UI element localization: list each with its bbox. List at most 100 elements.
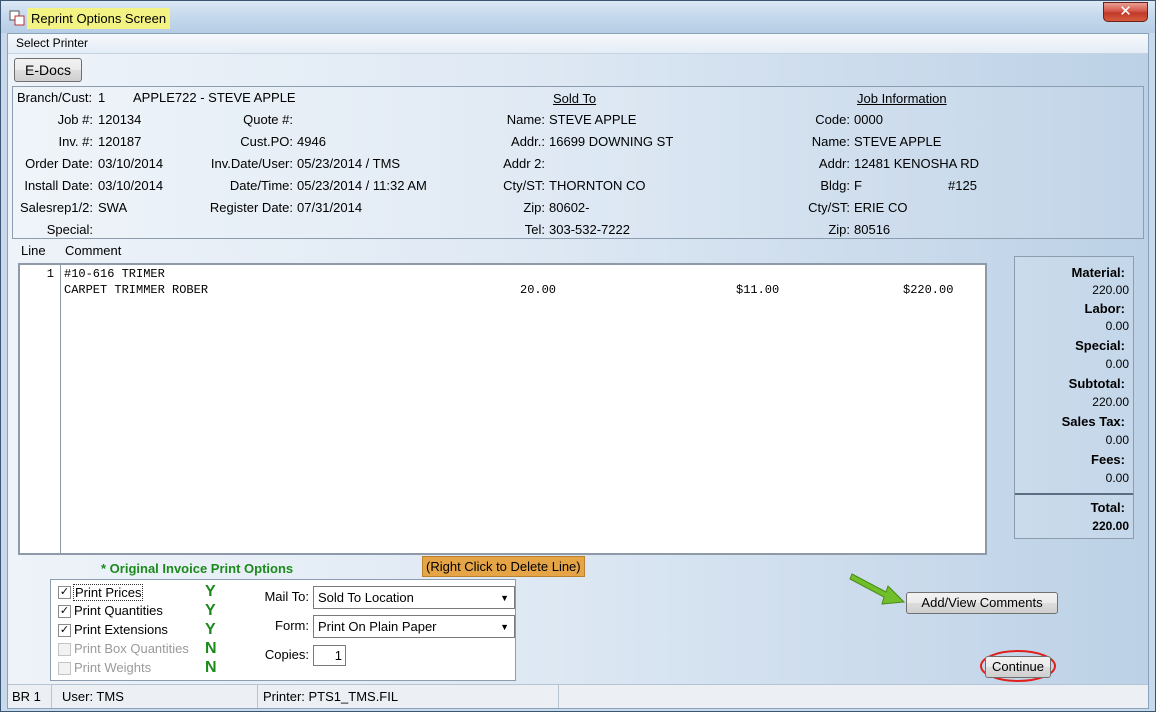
sold-zip-value: 80602-: [549, 200, 590, 215]
chevron-down-icon: ▼: [500, 593, 509, 603]
inv-date-user-label: Inv.Date/User:: [210, 156, 293, 171]
special-label: Special:: [46, 222, 93, 237]
arrow-annotation-icon: [849, 573, 906, 605]
add-view-comments-button[interactable]: Add/View Comments: [906, 592, 1058, 614]
fees-label: Fees:: [1091, 452, 1125, 467]
sold-tel-value: 303-532-7222: [549, 222, 630, 237]
line-number: 1: [46, 267, 54, 281]
subtotal-label: Subtotal:: [1068, 376, 1125, 391]
print-weights-checkbox: [58, 662, 71, 675]
column-header-line: Line: [21, 243, 46, 258]
line-number-column: [20, 265, 61, 553]
comment-line-extension: $220.00: [903, 283, 954, 297]
comment-line-text[interactable]: CARPET TRIMMER ROBER: [64, 283, 208, 297]
sales-tax-label: Sales Tax:: [1061, 414, 1125, 429]
print-box-quantities-label: Print Box Quantities: [74, 641, 189, 656]
form-value: Print On Plain Paper: [318, 619, 437, 634]
sold-addr-value: 16699 DOWNING ST: [549, 134, 674, 149]
chevron-down-icon: ▼: [500, 622, 509, 632]
menu-select-printer[interactable]: Select Printer: [16, 36, 88, 50]
job-unit-value: #125: [948, 178, 977, 193]
job-no-label: Job #:: [57, 112, 93, 127]
job-cty-label: Cty/ST:: [808, 200, 850, 215]
mail-to-select[interactable]: Sold To Location ▼: [313, 586, 515, 609]
register-date-label: Register Date:: [209, 200, 293, 215]
form-label: Form:: [275, 618, 309, 633]
copies-label: Copies:: [264, 647, 309, 662]
material-label: Material:: [1071, 265, 1125, 280]
job-info-title: Job Information: [857, 91, 947, 106]
order-date-label: Order Date:: [25, 156, 93, 171]
customer-value: APPLE722 - STEVE APPLE: [133, 90, 296, 105]
status-branch: BR 1: [8, 685, 52, 708]
continue-button[interactable]: Continue: [985, 656, 1051, 678]
title-bar: Reprint Options Screen ✕: [1, 1, 1155, 33]
custpo-label: Cust.PO:: [240, 134, 293, 149]
status-printer: Printer: PTS1_TMS.FIL: [259, 685, 559, 708]
install-date-label: Install Date:: [24, 178, 93, 193]
totals-panel: Material: 220.00 Labor: 0.00 Special: 0.…: [1014, 256, 1134, 539]
sold-addr-label: Addr.:: [511, 134, 545, 149]
job-addr-label: Addr:: [818, 156, 850, 171]
reprint-options-window: Reprint Options Screen ✕ Select Printer …: [0, 0, 1156, 712]
inv-date-user-value: 05/23/2014 / TMS: [297, 156, 401, 171]
print-quantities-checkbox[interactable]: ✓: [58, 605, 71, 618]
total-value: 220.00: [1092, 519, 1129, 533]
register-date-value: 07/31/2014: [297, 200, 363, 215]
app-icon: [9, 10, 25, 26]
form-select[interactable]: Print On Plain Paper ▼: [313, 615, 515, 638]
job-zip-label: Zip:: [828, 222, 850, 237]
close-button[interactable]: ✕: [1103, 2, 1148, 22]
print-quantities-flag: Y: [205, 602, 216, 619]
mail-to-label: Mail To:: [264, 589, 309, 604]
sold-zip-label: Zip:: [523, 200, 545, 215]
subtotal-value: 220.00: [1092, 395, 1129, 409]
job-no-value: 120134: [98, 112, 142, 127]
sold-name-value: STEVE APPLE: [549, 112, 637, 127]
comment-line-text[interactable]: #10-616 TRIMER: [64, 267, 165, 281]
comment-line-price: $11.00: [736, 283, 780, 297]
datetime-label: Date/Time:: [229, 178, 293, 193]
labor-value: 0.00: [1105, 319, 1129, 333]
delete-line-hint: (Right Click to Delete Line): [422, 556, 585, 577]
edocs-button[interactable]: E-Docs: [14, 58, 82, 82]
print-extensions-label[interactable]: Print Extensions: [74, 622, 168, 637]
install-date-value: 03/10/2014: [98, 178, 164, 193]
sold-cty-value: THORNTON CO: [549, 178, 646, 193]
print-prices-checkbox[interactable]: ✓: [58, 586, 71, 599]
job-code-label: Code:: [815, 112, 850, 127]
salesrep-label: Salesrep1/2:: [20, 200, 93, 215]
print-options-box: ✓ Print Prices Y ✓ Print Quantities Y ✓ …: [50, 579, 516, 681]
print-extensions-flag: Y: [205, 621, 216, 638]
special-total-label: Special:: [1075, 338, 1125, 353]
inv-no-label: Inv. #:: [58, 134, 93, 149]
comments-grid[interactable]: 1 #10-616 TRIMER CARPET TRIMMER ROBER 20…: [18, 263, 987, 555]
branch-value: 1: [98, 90, 106, 105]
sold-to-title: Sold To: [553, 91, 597, 106]
status-bar: BR 1 User: TMS Printer: PTS1_TMS.FIL: [8, 684, 1148, 708]
sold-tel-label: Tel:: [524, 222, 545, 237]
job-bldg-label: Bldg:: [820, 178, 850, 193]
print-box-quantities-checkbox: [58, 643, 71, 656]
datetime-value: 05/23/2014 / 11:32 AM: [297, 178, 427, 193]
print-extensions-checkbox[interactable]: ✓: [58, 624, 71, 637]
fees-value: 0.00: [1105, 471, 1129, 485]
print-options-title: * Original Invoice Print Options: [101, 561, 294, 576]
copies-input[interactable]: 1: [313, 645, 346, 666]
column-header-comment: Comment: [65, 243, 122, 258]
mail-to-value: Sold To Location: [318, 590, 414, 605]
sold-cty-label: Cty/ST:: [503, 178, 545, 193]
invoice-header-panel: Branch/Cust: 1 APPLE722 - STEVE APPLE So…: [12, 86, 1144, 239]
print-weights-flag: N: [205, 659, 217, 676]
print-quantities-label[interactable]: Print Quantities: [74, 603, 163, 618]
salesrep-value: SWA: [98, 200, 128, 215]
job-name-label: Name:: [811, 134, 850, 149]
print-prices-label[interactable]: Print Prices: [73, 584, 144, 601]
comment-line-qty: 20.00: [520, 283, 557, 297]
job-zip-value: 80516: [854, 222, 891, 237]
print-prices-flag: Y: [205, 583, 216, 600]
totals-divider: [1015, 493, 1133, 495]
order-date-value: 03/10/2014: [98, 156, 164, 171]
menu-bar: Select Printer: [8, 34, 1148, 54]
job-code-value: 0000: [854, 112, 883, 127]
